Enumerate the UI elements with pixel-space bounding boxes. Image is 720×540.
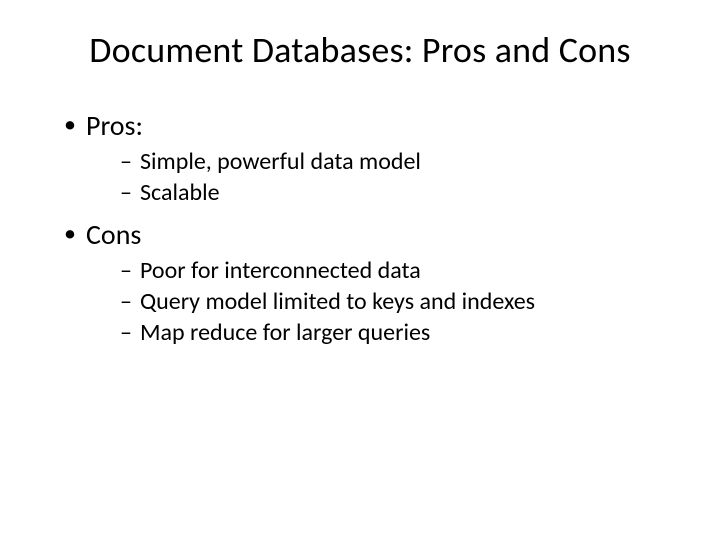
slide: Document Databases: Pros and Cons Pros: …: [0, 0, 720, 540]
list-item: Simple, powerful data model: [120, 147, 680, 176]
slide-title: Document Databases: Pros and Cons: [40, 28, 680, 72]
list-item: Scalable: [120, 178, 680, 207]
list-item: Query model limited to keys and indexes: [120, 287, 680, 316]
section-pros: Pros: Simple, powerful data model Scalab…: [64, 108, 680, 207]
bullet-list: Pros: Simple, powerful data model Scalab…: [40, 108, 680, 347]
section-label: Pros:: [86, 108, 143, 143]
section-label: Cons: [86, 217, 141, 252]
cons-sublist: Poor for interconnected data Query model…: [86, 256, 680, 347]
pros-sublist: Simple, powerful data model Scalable: [86, 147, 680, 207]
section-cons: Cons Poor for interconnected data Query …: [64, 217, 680, 347]
list-item: Map reduce for larger queries: [120, 318, 680, 347]
list-item: Poor for interconnected data: [120, 256, 680, 285]
